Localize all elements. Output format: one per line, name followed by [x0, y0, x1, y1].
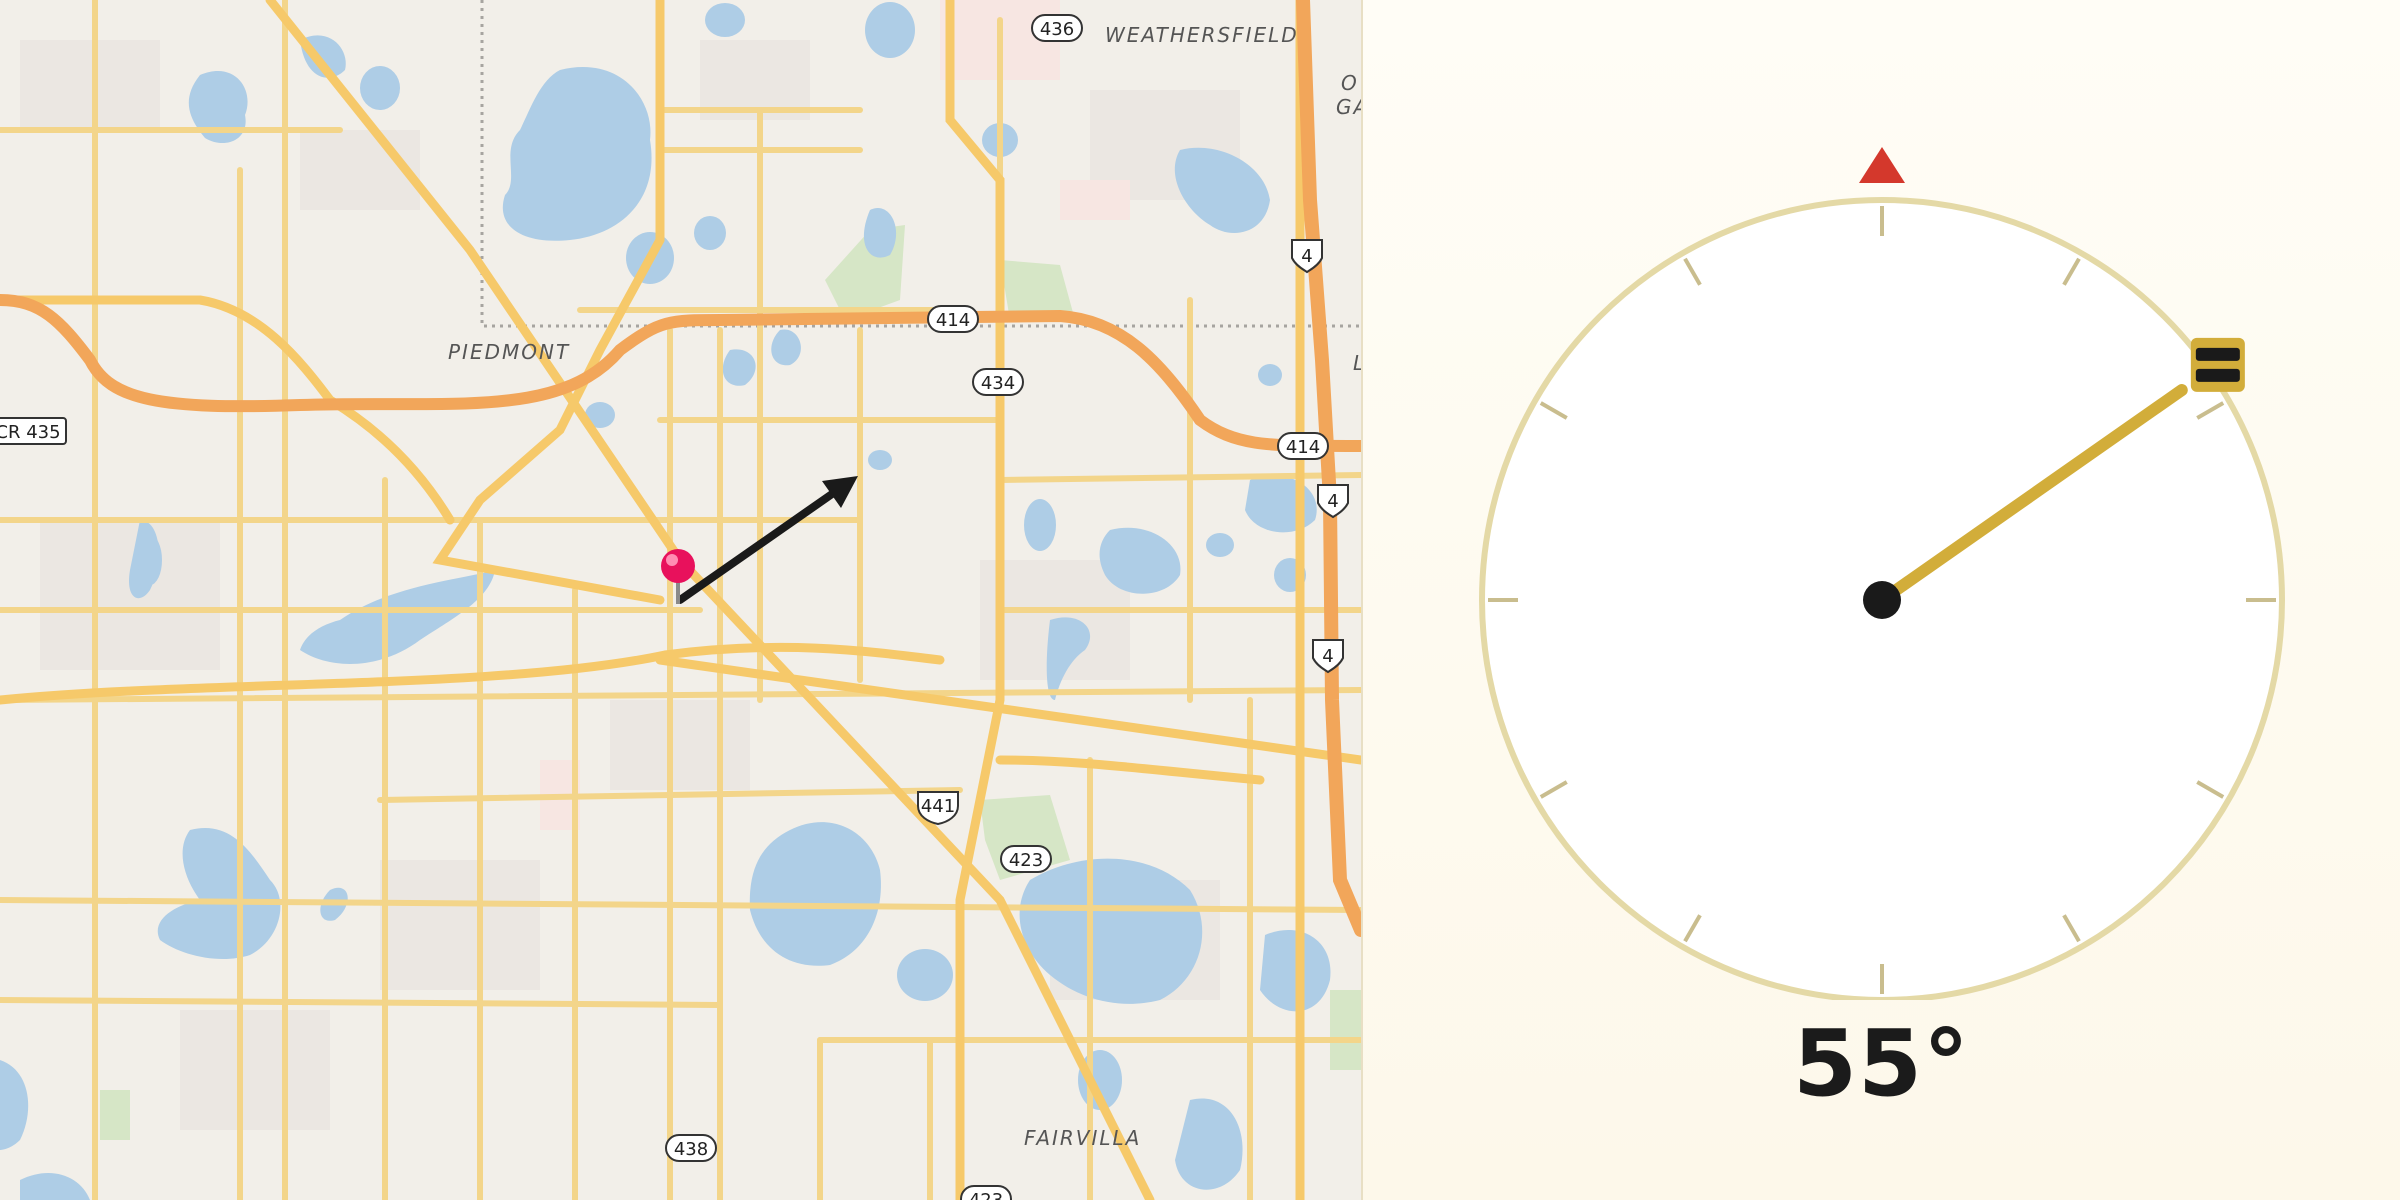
place-label-weathersfield: WEATHERSFIELD	[1105, 23, 1299, 47]
svg-text:441: 441	[921, 796, 955, 817]
compass-dial[interactable]	[1363, 0, 2400, 1000]
svg-text:423: 423	[1009, 850, 1043, 871]
svg-text:438: 438	[674, 1139, 708, 1160]
route-shield-423: 423	[960, 1185, 1012, 1200]
map-view[interactable]: WEATHERSFIELD PIEDMONT FAIRVILLA O GA L …	[0, 0, 1361, 1200]
interstate-4	[1296, 0, 1361, 937]
route-shield-434: 434	[972, 368, 1024, 396]
svg-text:CR 435: CR 435	[0, 422, 61, 443]
place-label-edge-2: GA	[1336, 95, 1361, 119]
place-label-edge-1: O	[1341, 71, 1359, 95]
place-label-fairvilla: FAIRVILLA	[1024, 1126, 1141, 1150]
route-shield-414: 414	[927, 305, 979, 333]
svg-text:436: 436	[1040, 19, 1074, 40]
compass-hub	[1863, 581, 1901, 619]
svg-text:4: 4	[1301, 246, 1312, 267]
place-label-edge-3: L	[1353, 351, 1361, 375]
route-shield-414: 414	[1277, 432, 1329, 460]
interstate-shield-4: 4	[1317, 484, 1349, 519]
north-triangle-icon	[1859, 147, 1905, 183]
route-shield-436: 436	[1031, 14, 1083, 42]
drag-handle-icon[interactable]	[2190, 337, 2245, 392]
svg-text:414: 414	[936, 310, 970, 331]
heading-compass-panel: 55°	[1363, 0, 2400, 1200]
route-shield-423: 423	[1000, 845, 1052, 873]
map-canvas[interactable]: WEATHERSFIELD PIEDMONT FAIRVILLA O GA L …	[0, 0, 1361, 1200]
heading-value: 55°	[1792, 1010, 1971, 1117]
route-shield-cr435: CR 435	[0, 417, 67, 445]
route-shield-438: 438	[665, 1134, 717, 1162]
place-label-piedmont: PIEDMONT	[448, 340, 570, 364]
svg-text:4: 4	[1327, 491, 1338, 512]
direction-arrow-icon	[676, 476, 858, 604]
highway-414	[0, 294, 1361, 452]
svg-text:4: 4	[1322, 646, 1333, 667]
svg-text:434: 434	[981, 373, 1015, 394]
svg-text:414: 414	[1286, 437, 1320, 458]
svg-text:423: 423	[969, 1190, 1003, 1200]
